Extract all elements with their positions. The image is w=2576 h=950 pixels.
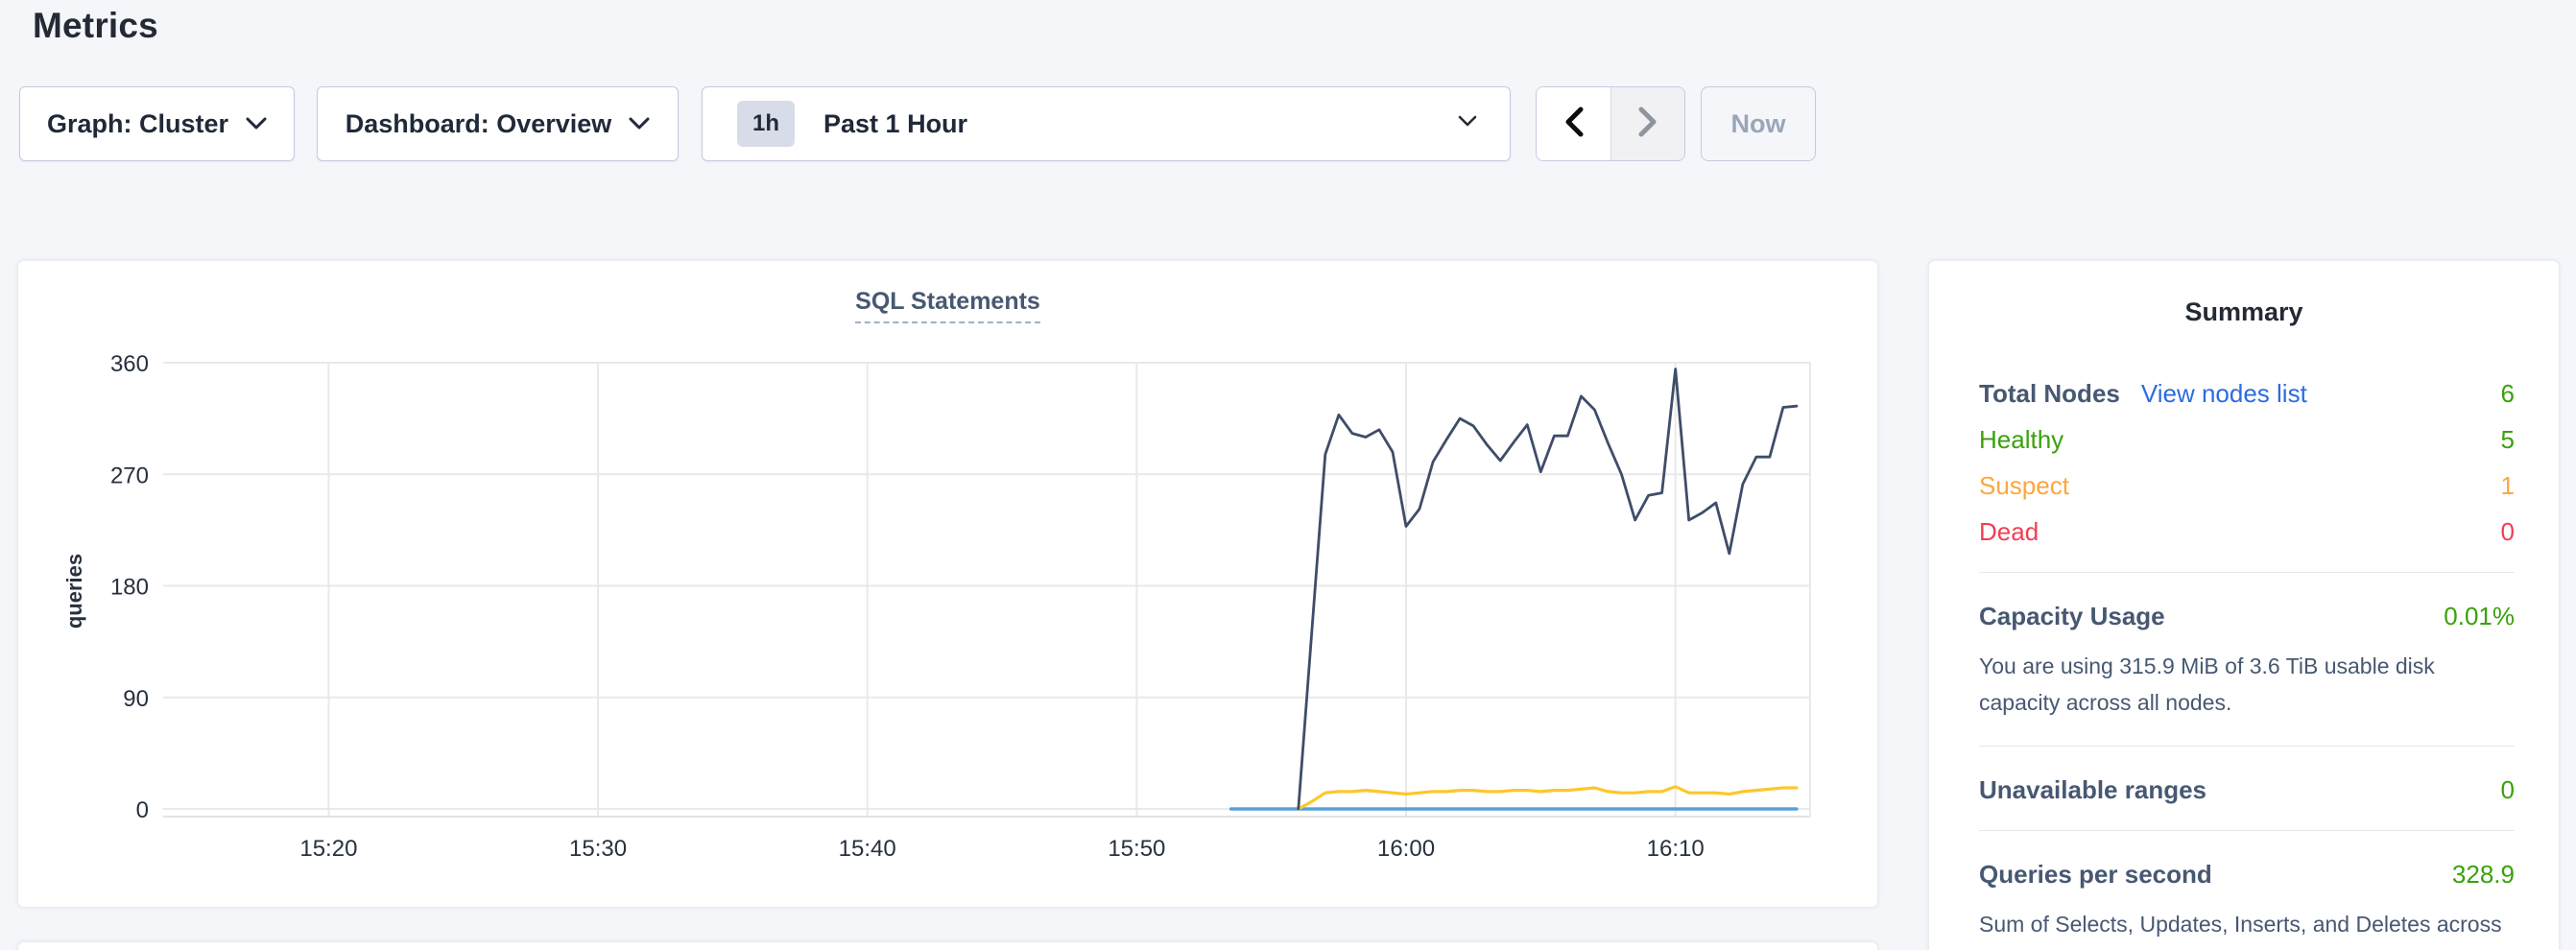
- unavailable-ranges-row: Unavailable ranges 0: [1979, 775, 2515, 805]
- view-nodes-list-link[interactable]: View nodes list: [2141, 379, 2307, 409]
- chevron-down-icon: [246, 117, 267, 131]
- graph-scope-label: Graph: Cluster: [47, 109, 228, 139]
- page-title: Metrics: [33, 6, 158, 46]
- svg-text:15:50: 15:50: [1108, 836, 1165, 862]
- svg-text:15:40: 15:40: [839, 836, 896, 862]
- chevron-right-icon: [1635, 106, 1660, 143]
- queries-per-second-value: 328.9: [2452, 860, 2515, 890]
- time-window-label: Past 1 Hour: [823, 109, 1458, 139]
- chevron-left-icon: [1562, 106, 1586, 143]
- svg-text:15:20: 15:20: [299, 836, 357, 862]
- capacity-usage-row: Capacity Usage 0.01%: [1979, 602, 2515, 631]
- total-nodes-label: Total Nodes: [1979, 379, 2120, 409]
- unavailable-ranges-value: 0: [2501, 775, 2515, 805]
- next-chart-card-partial: [18, 942, 1877, 950]
- time-range-selector[interactable]: 1h Past 1 Hour: [702, 86, 1511, 161]
- chevron-down-icon: [629, 117, 650, 131]
- dashboard-label: Dashboard: Overview: [346, 109, 612, 139]
- summary-title: Summary: [1929, 297, 2559, 327]
- healthy-nodes-row: Healthy 5: [1979, 425, 2515, 455]
- suspect-label: Suspect: [1979, 471, 2069, 501]
- healthy-label: Healthy: [1979, 425, 2063, 455]
- queries-per-second-row: Queries per second 328.9: [1979, 860, 2515, 890]
- dashboard-dropdown[interactable]: Dashboard: Overview: [317, 86, 679, 161]
- total-nodes-row: Total Nodes View nodes list 6: [1979, 379, 2515, 409]
- divider: [1979, 746, 2515, 747]
- dead-label: Dead: [1979, 517, 2039, 547]
- svg-text:360: 360: [110, 351, 149, 377]
- summary-panel: Summary Total Nodes View nodes list 6 He…: [1929, 261, 2559, 950]
- svg-text:16:10: 16:10: [1647, 836, 1705, 862]
- healthy-value: 5: [2501, 425, 2515, 455]
- next-interval-button[interactable]: [1610, 87, 1684, 160]
- svg-text:270: 270: [110, 463, 149, 488]
- now-button[interactable]: Now: [1701, 86, 1816, 161]
- time-step-buttons: [1536, 86, 1685, 161]
- svg-text:0: 0: [136, 797, 149, 823]
- metrics-page: { "page": { "title": "Metrics" }, "toolb…: [0, 0, 2576, 950]
- capacity-usage-description: You are using 315.9 MiB of 3.6 TiB usabl…: [1979, 648, 2515, 721]
- chevron-down-icon: [1458, 115, 1477, 132]
- queries-per-second-label: Queries per second: [1979, 860, 2212, 890]
- previous-interval-button[interactable]: [1537, 87, 1610, 160]
- svg-text:queries: queries: [62, 554, 86, 629]
- suspect-nodes-row: Suspect 1: [1979, 471, 2515, 501]
- svg-text:15:30: 15:30: [569, 836, 627, 862]
- svg-text:90: 90: [123, 686, 149, 712]
- svg-text:16:00: 16:00: [1377, 836, 1435, 862]
- time-window-badge: 1h: [737, 101, 795, 147]
- queries-per-second-description: Sum of Selects, Updates, Inserts, and De…: [1979, 906, 2515, 950]
- capacity-usage-label: Capacity Usage: [1979, 602, 2165, 631]
- total-nodes-value: 6: [2501, 379, 2515, 409]
- sql-statements-card: SQL Statements 09018027036015:2015:3015:…: [18, 261, 1877, 907]
- svg-text:180: 180: [110, 575, 149, 601]
- dead-nodes-row: Dead 0: [1979, 517, 2515, 547]
- capacity-usage-value: 0.01%: [2444, 602, 2515, 631]
- now-button-label: Now: [1731, 109, 1786, 139]
- unavailable-ranges-label: Unavailable ranges: [1979, 775, 2206, 805]
- divider: [1979, 830, 2515, 831]
- suspect-value: 1: [2501, 471, 2515, 501]
- divider: [1979, 572, 2515, 573]
- graph-scope-dropdown[interactable]: Graph: Cluster: [19, 86, 295, 161]
- dead-value: 0: [2501, 517, 2515, 547]
